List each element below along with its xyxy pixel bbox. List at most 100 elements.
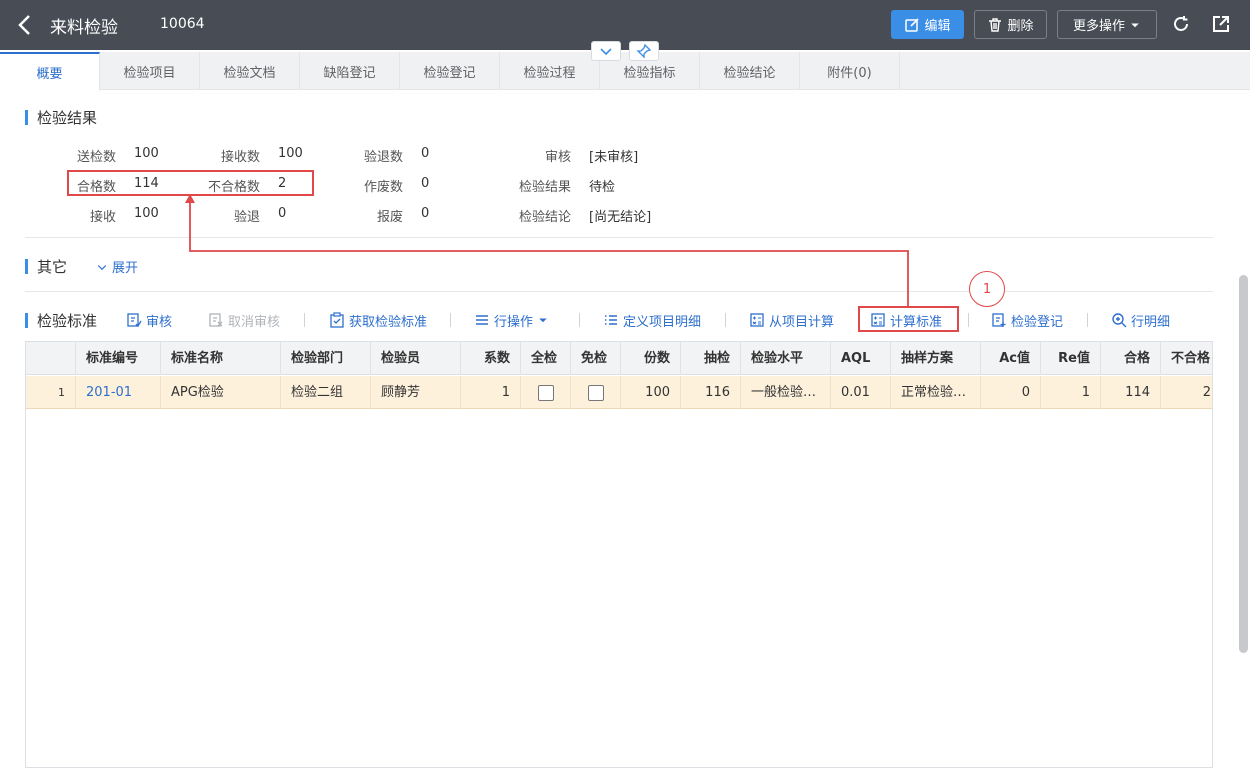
exempt-checkbox[interactable] xyxy=(587,384,604,401)
toolbar-separator xyxy=(1087,313,1088,327)
column-header-index xyxy=(26,342,76,375)
column-header[interactable]: 标准名称 xyxy=(161,342,281,375)
vertical-scrollbar[interactable] xyxy=(1239,275,1248,653)
column-header[interactable]: 标准编号 xyxy=(76,342,161,375)
more-actions-button[interactable]: 更多操作 xyxy=(1057,10,1157,39)
column-header[interactable]: 份数 xyxy=(621,342,681,375)
tab-conclusion[interactable]: 检验结论 xyxy=(700,52,800,90)
unaudit-button[interactable]: 取消审核 xyxy=(208,310,280,330)
field-value: 100 xyxy=(134,146,159,161)
standard-code-link[interactable]: 201-01 xyxy=(76,376,161,409)
back-icon[interactable] xyxy=(16,13,34,37)
toolbar-separator xyxy=(725,313,726,327)
cell-exempt xyxy=(571,376,621,409)
pin-icon xyxy=(636,43,652,59)
toolbar-separator xyxy=(304,313,305,327)
step-callout: 1 xyxy=(969,271,1005,307)
cell-full-check xyxy=(521,376,571,409)
column-header[interactable]: 系数 xyxy=(461,342,521,375)
column-header[interactable]: 全检 xyxy=(521,342,571,375)
calc-from-items-button[interactable]: 从项目计算 xyxy=(749,310,834,330)
column-header[interactable]: 抽样方案 xyxy=(891,342,981,375)
tab-inspection-docs[interactable]: 检验文档 xyxy=(200,52,300,90)
tab-process[interactable]: 检验过程 xyxy=(500,52,600,90)
field-label: 验退 xyxy=(233,210,260,225)
tab-overview[interactable]: 概要 xyxy=(0,52,100,91)
audit-button[interactable]: 审核 xyxy=(126,310,172,330)
field-label: 检验结果 xyxy=(518,180,571,195)
column-header[interactable]: 抽检 xyxy=(681,342,741,375)
field-label: 验退数 xyxy=(363,150,403,165)
field-value: 0 xyxy=(421,206,430,221)
row-detail-button[interactable]: 行明细 xyxy=(1111,310,1170,330)
tab-inspection-items[interactable]: 检验项目 xyxy=(100,52,200,90)
field-label: 送检数 xyxy=(76,150,116,165)
field-value: 0 xyxy=(278,206,287,221)
list-icon xyxy=(605,315,617,325)
trash-icon xyxy=(989,17,1002,32)
cell: 2 xyxy=(1161,376,1212,409)
cell: 0.01 xyxy=(831,376,891,409)
clipboard-icon xyxy=(330,312,344,328)
table-row[interactable]: 1 201-01 APG检验 检验二组 顾静芳 1 100 116 一般检验… … xyxy=(26,376,1212,409)
tab-defects[interactable]: 缺陷登记 xyxy=(300,52,400,90)
caret-down-icon xyxy=(1131,23,1139,27)
highlight-box xyxy=(67,170,314,196)
tab-registration[interactable]: 检验登记 xyxy=(400,52,500,90)
chevron-down-icon xyxy=(97,264,107,270)
unaudit-icon xyxy=(209,313,223,327)
standard-grid: 标准编号 标准名称 检验部门 检验员 系数 全检 免检 份数 抽检 检验水平 A… xyxy=(25,341,1213,768)
field-value: 100 xyxy=(134,206,159,221)
zoom-in-icon xyxy=(1112,313,1127,328)
open-external-icon[interactable] xyxy=(1211,14,1231,34)
caret-down-icon xyxy=(539,318,547,323)
audit-icon xyxy=(127,313,142,328)
refresh-icon[interactable] xyxy=(1171,14,1191,34)
field-label: 审核 xyxy=(544,150,571,165)
register-icon xyxy=(992,313,1006,327)
field-label: 报废 xyxy=(376,210,403,225)
full-check-checkbox[interactable] xyxy=(537,384,554,401)
column-header[interactable]: 不合格 xyxy=(1161,342,1212,375)
chevron-down-icon xyxy=(600,48,612,56)
column-header[interactable]: AQL xyxy=(831,342,891,375)
field-value: 待检 xyxy=(589,180,616,195)
inspection-register-button[interactable]: 检验登记 xyxy=(991,310,1063,330)
cell: 顾静芳 xyxy=(371,376,461,409)
edit-button[interactable]: 编辑 xyxy=(891,10,964,39)
menu-icon xyxy=(476,315,488,325)
section-title-other: 其它 xyxy=(25,256,67,277)
column-header[interactable]: Re值 xyxy=(1041,342,1101,375)
field-label: 作废数 xyxy=(363,180,403,195)
top-bar: 来料检验 10064 编辑 删除 更多操作 xyxy=(0,0,1250,50)
cell: 检验二组 xyxy=(281,376,371,409)
toolbar-separator xyxy=(450,313,451,327)
delete-button[interactable]: 删除 xyxy=(974,10,1047,39)
column-header[interactable]: 检验部门 xyxy=(281,342,371,375)
fetch-standard-button[interactable]: 获取检验标准 xyxy=(329,310,427,330)
toolbar-separator xyxy=(579,313,580,327)
expand-toggle[interactable]: 展开 xyxy=(96,257,138,276)
column-header[interactable]: Ac值 xyxy=(981,342,1041,375)
column-header[interactable]: 检验水平 xyxy=(741,342,831,375)
cell: 114 xyxy=(1101,376,1161,409)
field-label: 接收数 xyxy=(220,150,260,165)
row-operations-dropdown[interactable]: 行操作 xyxy=(474,310,549,330)
page-title: 来料检验 xyxy=(50,18,118,38)
highlight-box xyxy=(858,306,959,332)
divider xyxy=(25,291,1213,292)
column-header[interactable]: 合格 xyxy=(1101,342,1161,375)
field-label: 检验结论 xyxy=(518,210,571,225)
collapse-toggle[interactable] xyxy=(591,41,621,61)
tab-attachments[interactable]: 附件(0) xyxy=(800,52,900,90)
field-label: 接收 xyxy=(89,210,116,225)
field-value: [尚无结论] xyxy=(589,210,652,225)
define-item-detail-button[interactable]: 定义项目明细 xyxy=(603,310,701,330)
section-title-standard: 检验标准 xyxy=(25,310,97,331)
cell: 116 xyxy=(681,376,741,409)
pin-toggle[interactable] xyxy=(629,41,659,61)
divider xyxy=(25,237,1213,238)
column-header[interactable]: 免检 xyxy=(571,342,621,375)
field-value: 0 xyxy=(421,176,430,191)
column-header[interactable]: 检验员 xyxy=(371,342,461,375)
